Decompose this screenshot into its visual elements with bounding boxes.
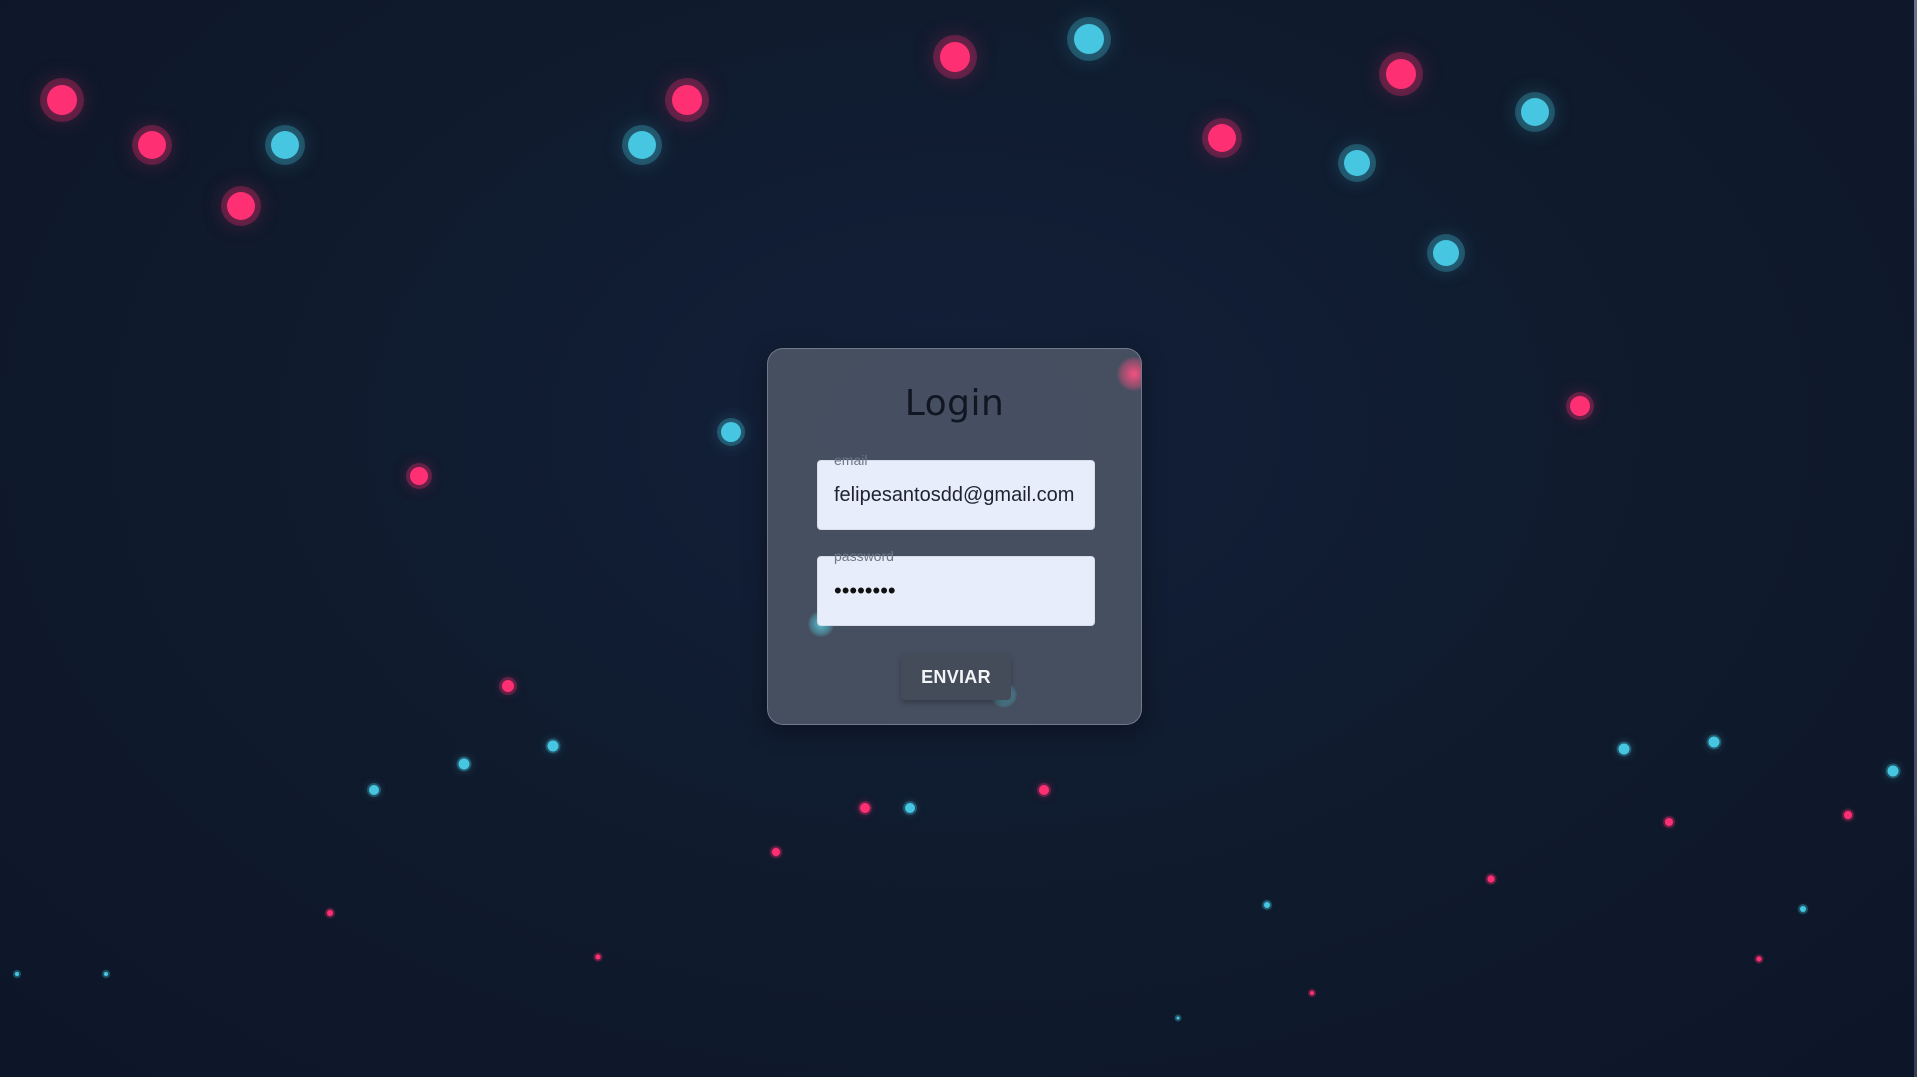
cyan-particle — [628, 131, 656, 159]
pink-particle — [1208, 124, 1236, 152]
login-page: Login email password ENVIAR — [0, 0, 1917, 1077]
cyan-particle — [1618, 743, 1630, 755]
pink-particle — [502, 680, 514, 692]
cyan-particle — [547, 740, 559, 752]
pink-particle — [860, 803, 870, 813]
cyan-particle — [458, 758, 470, 770]
cyan-particle — [1176, 1016, 1180, 1020]
cyan-particle — [721, 422, 741, 442]
cyan-particle — [15, 972, 19, 976]
cyan-particle — [1800, 906, 1806, 912]
pink-particle — [138, 131, 166, 159]
pink-particle — [1570, 396, 1590, 416]
pink-particle — [327, 910, 333, 916]
pink-particle — [227, 192, 255, 220]
email-field[interactable]: email — [817, 452, 1095, 530]
pink-particle — [672, 85, 702, 115]
cyan-particle — [1521, 98, 1549, 126]
email-input[interactable] — [834, 461, 1084, 529]
login-card: Login email password ENVIAR — [767, 348, 1142, 725]
pink-particle — [1844, 811, 1852, 819]
cyan-particle — [1344, 150, 1370, 176]
pink-particle — [1487, 875, 1495, 883]
pink-particle — [1310, 991, 1314, 995]
password-field[interactable]: password — [817, 548, 1095, 626]
pink-particle — [940, 42, 970, 72]
cyan-particle — [905, 803, 915, 813]
cyan-particle — [1887, 765, 1899, 777]
pink-particle — [772, 848, 780, 856]
cyan-particle — [271, 131, 299, 159]
pink-particle — [1039, 785, 1049, 795]
cyan-particle — [104, 972, 108, 976]
pink-particle — [410, 467, 428, 485]
submit-button[interactable]: ENVIAR — [901, 654, 1011, 700]
pink-particle — [47, 85, 77, 115]
pink-particle — [595, 954, 601, 960]
cyan-particle — [369, 785, 379, 795]
password-input[interactable] — [834, 557, 1084, 625]
cyan-particle — [1708, 736, 1720, 748]
login-title: Login — [904, 383, 1005, 424]
pink-particle — [1665, 818, 1673, 826]
pink-particle — [1756, 956, 1762, 962]
pink-particle — [1386, 59, 1416, 89]
cyan-particle — [1433, 240, 1459, 266]
cyan-particle — [1264, 902, 1270, 908]
cyan-particle — [1074, 24, 1104, 54]
